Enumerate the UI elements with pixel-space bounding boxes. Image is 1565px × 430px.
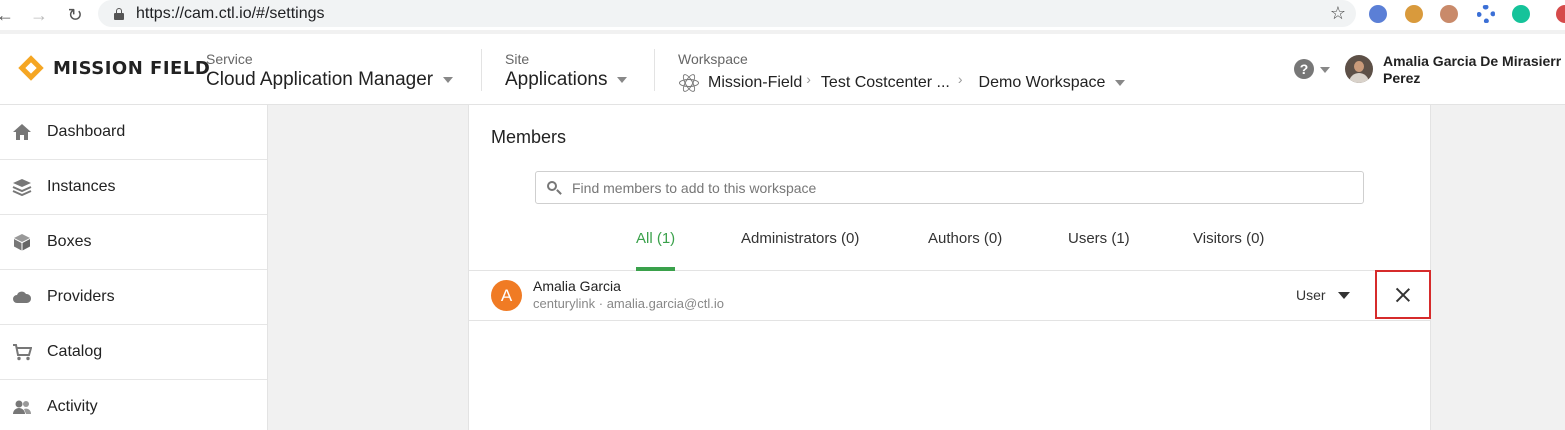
star-icon[interactable]: ☆	[1330, 3, 1346, 24]
close-icon	[1395, 287, 1410, 302]
url-text: https://cam.ctl.io/#/settings	[136, 4, 325, 22]
sidebar-item-label: Instances	[47, 178, 116, 195]
sidebar-item-catalog[interactable]: Catalog	[0, 325, 267, 380]
member-tabs: All (1) Administrators (0) Authors (0) U…	[469, 221, 1430, 271]
tab-all[interactable]: All (1)	[636, 230, 676, 271]
users-icon	[12, 398, 32, 416]
search-input[interactable]	[572, 179, 1352, 196]
reload-icon[interactable]: ↻	[60, 2, 90, 28]
divider	[654, 49, 655, 91]
site-selector[interactable]: Site Applications	[505, 50, 628, 92]
member-search	[535, 171, 1364, 204]
cart-icon	[12, 343, 33, 361]
sidebar-item-providers[interactable]: Providers	[0, 270, 267, 325]
site-label: Site	[505, 51, 530, 67]
tab-visitors[interactable]: Visitors (0)	[1193, 230, 1264, 271]
divider	[481, 49, 482, 91]
extension-icon-2[interactable]	[1405, 5, 1423, 23]
user-name-line2: Perez	[1383, 70, 1421, 86]
chevron-down-icon	[1337, 291, 1350, 299]
back-icon[interactable]: ←	[0, 2, 20, 28]
user-menu[interactable]: Amalia Garcia De Mirasierr Perez	[1383, 53, 1561, 87]
app-header: MISSION FIELD Service Cloud Application …	[0, 34, 1565, 105]
logo-text: MISSION FIELD	[53, 57, 211, 79]
box-icon	[12, 233, 32, 251]
chevron-down-icon[interactable]	[1320, 67, 1330, 73]
tab-users[interactable]: Users (1)	[1068, 230, 1130, 271]
workspace-crumb-workspace[interactable]: Demo Workspace	[979, 71, 1106, 95]
search-icon	[547, 180, 562, 195]
site-value: Applications	[505, 69, 608, 90]
address-bar[interactable]: https://cam.ctl.io/#/settings ☆	[98, 0, 1356, 27]
atom-icon	[678, 72, 700, 94]
home-icon	[12, 123, 32, 141]
sidebar-item-label: Boxes	[47, 233, 92, 250]
chevron-down-icon	[617, 77, 628, 83]
workspace-crumb-costcenter[interactable]: Test Costcenter ...	[821, 71, 950, 95]
logo-mark-icon	[17, 54, 45, 82]
service-selector[interactable]: Service Cloud Application Manager	[206, 50, 454, 92]
sidebar-item-label: Activity	[47, 398, 98, 415]
sidebar-item-label: Providers	[47, 288, 115, 305]
help-icon[interactable]: ?	[1294, 59, 1314, 79]
sidebar-item-label: Dashboard	[47, 123, 126, 140]
sidebar-item-activity[interactable]: Activity	[0, 380, 267, 430]
service-value: Cloud Application Manager	[206, 69, 434, 90]
tab-administrators[interactable]: Administrators (0)	[741, 230, 859, 271]
chevron-down-icon	[443, 77, 454, 83]
cloud-icon	[12, 288, 32, 306]
service-label: Service	[206, 51, 253, 67]
chevron-right-icon: ›	[957, 71, 963, 87]
role-dropdown[interactable]: User	[1296, 287, 1350, 303]
chevron-right-icon: ›	[806, 71, 811, 87]
workspace-crumb-org[interactable]: Mission-Field	[708, 71, 802, 95]
avatar[interactable]	[1345, 55, 1373, 83]
avatar: A	[491, 280, 522, 311]
workspace-selector: Workspace Mission-Field › Test Costcente…	[678, 50, 1126, 95]
chevron-down-icon[interactable]	[1115, 80, 1126, 86]
grammarly-icon[interactable]	[1512, 5, 1530, 23]
forward-icon[interactable]: →	[24, 2, 54, 28]
extension-icon-1[interactable]	[1369, 5, 1387, 23]
members-panel: Members All (1) Administrators (0) Autho…	[468, 105, 1431, 430]
sidebar-item-dashboard[interactable]: Dashboard	[0, 105, 267, 160]
remove-member-button[interactable]	[1375, 270, 1431, 319]
member-name: Amalia Garcia	[533, 278, 621, 294]
logo[interactable]: MISSION FIELD	[17, 54, 210, 82]
role-value: User	[1296, 287, 1326, 303]
layers-icon	[12, 178, 32, 197]
extension-icon-4[interactable]	[1477, 5, 1495, 23]
user-name-line1: Amalia Garcia De Mirasierr	[1383, 53, 1562, 69]
lock-icon	[114, 7, 124, 20]
sidebar-item-boxes[interactable]: Boxes	[0, 215, 267, 270]
tab-authors[interactable]: Authors (0)	[928, 230, 1002, 271]
table-row: A Amalia Garcia centurylink · amalia.gar…	[469, 270, 1431, 321]
browser-toolbar: ← → ↻ https://cam.ctl.io/#/settings ☆	[0, 0, 1565, 30]
sidebar-item-label: Catalog	[47, 343, 103, 360]
sidebar-item-instances[interactable]: Instances	[0, 160, 267, 215]
page-title: Members	[491, 127, 567, 147]
extension-icon-3[interactable]	[1440, 5, 1458, 23]
member-details: centurylink · amalia.garcia@ctl.io	[533, 296, 724, 311]
sidebar: Dashboard Instances Boxes Providers Cata…	[0, 105, 268, 430]
workspace-label: Workspace	[678, 51, 748, 67]
extension-icon-6[interactable]	[1556, 5, 1565, 23]
